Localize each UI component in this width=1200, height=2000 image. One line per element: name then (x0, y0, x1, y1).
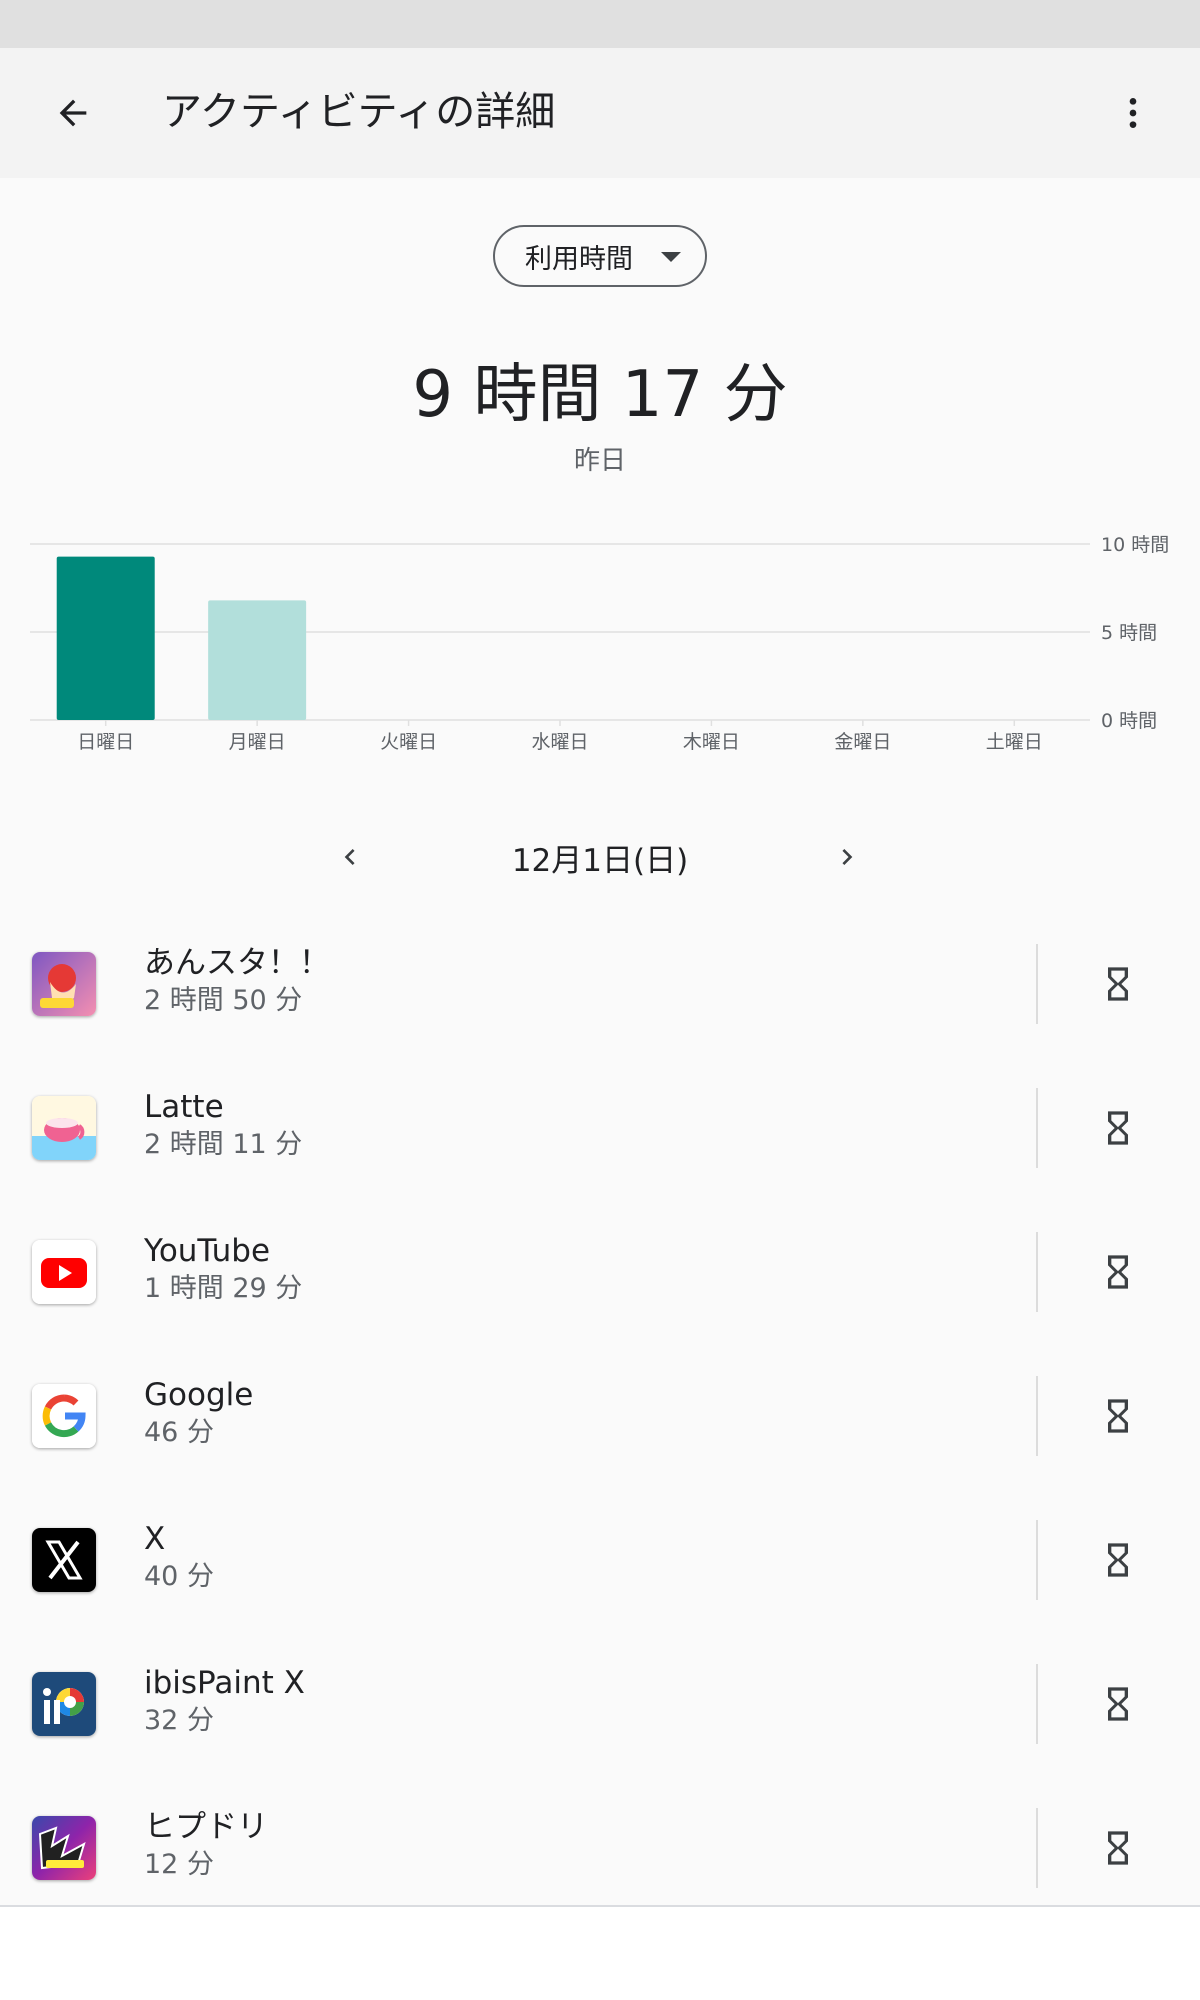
app-bar: アクティビティの詳細 (0, 48, 1200, 178)
chart-bar[interactable] (208, 600, 307, 720)
app-name: ヒプドリ (144, 1809, 268, 1845)
youtube-icon (32, 1240, 96, 1304)
app-row-x[interactable]: X 40 分 (0, 1496, 1200, 1640)
app-timer-button[interactable] (1086, 1672, 1150, 1736)
hourglass-icon (1108, 1831, 1128, 1865)
chart-y-tick-label: 0 時間 (1101, 710, 1157, 732)
latte-icon (32, 1096, 96, 1160)
app-row-ibispaint[interactable]: ibisPaint X 32 分 (0, 1640, 1200, 1784)
app-usage-list: あんスタ！！ 2 時間 50 分 Latte 2 時間 11 分 YouTube… (0, 920, 1200, 1928)
chart-y-tick-label: 10 時間 (1101, 534, 1169, 556)
hypdri-icon (32, 1816, 96, 1880)
total-usage-time: 9 時間 17 分 (412, 358, 788, 432)
dropdown-arrow-icon (661, 252, 681, 262)
app-name: Latte (144, 1089, 224, 1125)
app-row-ensemble-stars[interactable]: あんスタ！！ 2 時間 50 分 (0, 920, 1200, 1064)
chart-x-tick-label: 土曜日 (986, 731, 1043, 753)
hourglass-icon (1108, 1255, 1128, 1289)
arrow-back-icon (59, 99, 87, 127)
app-usage-time: 46 分 (144, 1417, 214, 1448)
app-name: Google (144, 1377, 254, 1413)
row-divider (1036, 944, 1038, 1024)
previous-day-button[interactable] (318, 825, 382, 889)
chart-x-tick-label: 日曜日 (77, 731, 134, 753)
row-divider (1036, 1808, 1038, 1888)
row-divider (1036, 1088, 1038, 1168)
back-button[interactable] (40, 80, 106, 146)
ibispaint-icon (32, 1672, 96, 1736)
app-timer-button[interactable] (1086, 1096, 1150, 1160)
app-name: X (144, 1521, 166, 1557)
chart-x-tick-label: 月曜日 (229, 731, 286, 753)
chart-bar[interactable] (56, 556, 155, 720)
app-timer-button[interactable] (1086, 952, 1150, 1016)
row-divider (1036, 1520, 1038, 1600)
hourglass-icon (1108, 1111, 1128, 1145)
app-usage-time: 12 分 (144, 1849, 214, 1880)
row-divider (1036, 1232, 1038, 1312)
app-timer-button[interactable] (1086, 1240, 1150, 1304)
app-name: ibisPaint X (144, 1665, 305, 1701)
app-usage-time: 32 分 (144, 1705, 214, 1736)
ensemble-stars-icon (32, 952, 96, 1016)
app-row-latte[interactable]: Latte 2 時間 11 分 (0, 1064, 1200, 1208)
selected-date: 12月1日(日) (511, 843, 689, 879)
more-options-button[interactable] (1100, 80, 1166, 146)
app-row-google[interactable]: Google 46 分 (0, 1352, 1200, 1496)
app-timer-button[interactable] (1086, 1384, 1150, 1448)
chart-y-tick-label: 5 時間 (1101, 622, 1157, 644)
page-title: アクティビティの詳細 (162, 89, 556, 135)
hourglass-icon (1108, 1399, 1128, 1433)
bottom-area (0, 1907, 1200, 2000)
hourglass-icon (1108, 1543, 1128, 1577)
hourglass-icon (1108, 1687, 1128, 1721)
chart-x-tick-label: 木曜日 (683, 731, 740, 753)
next-day-button[interactable] (815, 825, 879, 889)
chevron-right-icon (842, 849, 853, 865)
app-usage-time: 1 時間 29 分 (144, 1273, 303, 1304)
metric-dropdown-label: 利用時間 (525, 243, 633, 275)
status-bar (0, 0, 1200, 48)
chart-x-tick-label: 水曜日 (531, 731, 588, 753)
app-timer-button[interactable] (1086, 1816, 1150, 1880)
app-row-youtube[interactable]: YouTube 1 時間 29 分 (0, 1208, 1200, 1352)
hourglass-icon (1108, 967, 1128, 1001)
row-divider (1036, 1664, 1038, 1744)
more-vert-icon (1129, 98, 1137, 128)
metric-dropdown[interactable]: 利用時間 (493, 225, 707, 287)
usage-period-label: 昨日 (573, 446, 626, 476)
x-icon (32, 1528, 96, 1592)
date-navigator: 12月1日(日) (0, 825, 1200, 889)
chevron-left-icon (344, 849, 355, 865)
weekly-usage-chart: 10 時間 5 時間 0 時間日曜日 月曜日 火曜日 水曜日 木曜日 金曜日 土曜日 (0, 520, 1200, 760)
app-usage-time: 40 分 (144, 1561, 214, 1592)
row-divider (1036, 1376, 1038, 1456)
chart-x-tick-label: 火曜日 (380, 731, 437, 753)
weekly-usage-chart-svg: 10 時間 5 時間 0 時間日曜日 月曜日 火曜日 水曜日 木曜日 金曜日 土曜日 (30, 534, 1169, 753)
chart-x-tick-label: 金曜日 (834, 731, 891, 753)
app-usage-time: 2 時間 50 分 (144, 985, 303, 1016)
app-name: あんスタ！！ (144, 945, 330, 981)
google-icon (32, 1384, 96, 1448)
app-usage-time: 2 時間 11 分 (144, 1129, 303, 1160)
app-timer-button[interactable] (1086, 1528, 1150, 1592)
app-name: YouTube (144, 1233, 271, 1269)
